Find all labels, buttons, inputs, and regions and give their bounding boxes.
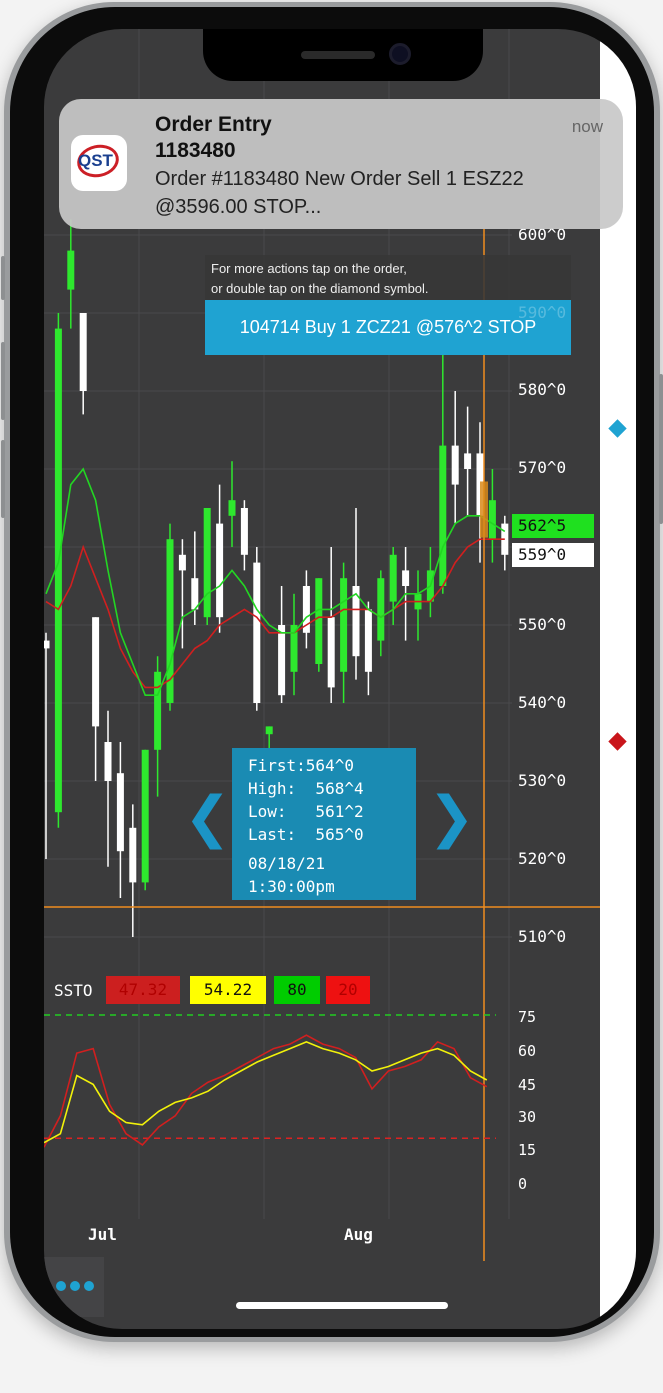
notch	[203, 29, 483, 81]
candle-body	[178, 554, 186, 571]
ohlc-low: Low: 561^2	[248, 802, 364, 821]
indicator-label: 60	[518, 1042, 537, 1060]
ssto-overbought-value: 80	[274, 976, 320, 1004]
ssto-label: SSTO	[54, 981, 93, 1000]
candle-body	[240, 508, 248, 555]
price-label: 540^0	[518, 693, 567, 712]
candle-body	[315, 578, 323, 664]
candle-body	[265, 726, 273, 735]
phone-bezel: For more actions tap on the order, or do…	[10, 7, 654, 1337]
candle-body	[389, 554, 397, 602]
date-label-aug: Aug	[344, 1225, 373, 1244]
power-button	[659, 374, 663, 524]
ohlc-time: 1:30:00pm	[248, 877, 335, 896]
ohlc-high: High: 568^4	[248, 779, 364, 798]
notification-subtitle: 1183480	[155, 139, 236, 162]
candle-body	[228, 500, 236, 516]
indicator-label: 30	[518, 1108, 537, 1126]
ssto-k-line	[44, 1034, 488, 1148]
selected-candle	[480, 481, 488, 538]
candle-body	[439, 445, 447, 586]
last-price-tag: 559^0	[512, 543, 594, 567]
indicator-label: 0	[518, 1175, 528, 1193]
candle-body	[191, 578, 199, 610]
qst-logo-text: QST	[78, 151, 113, 170]
slow-ma-line	[45, 538, 505, 689]
candle-body	[451, 445, 459, 485]
candle-body	[154, 671, 162, 750]
candle-body	[129, 827, 137, 883]
ssto-d-value: 54.22	[190, 976, 266, 1004]
price-label: 510^0	[518, 927, 567, 946]
indicator-label: 15	[518, 1141, 537, 1159]
indicator-label: 45	[518, 1076, 537, 1094]
candle-body	[402, 570, 410, 586]
candle-body	[203, 508, 211, 618]
phone-frame: For more actions tap on the order, or do…	[1, 2, 663, 1342]
hint-line-2: or double tap on the diamond symbol.	[211, 281, 429, 296]
ssto-k-value: 47.32	[106, 976, 180, 1004]
next-bar-button[interactable]: ❯	[428, 783, 475, 853]
candle-body	[464, 453, 472, 469]
candle-body	[104, 742, 112, 781]
fast-ma-price-tag: 562^5	[512, 514, 594, 538]
hint-line-1: For more actions tap on the order,	[211, 261, 407, 276]
notification-time: now	[571, 117, 603, 136]
candle-body	[141, 749, 149, 883]
notification-body: Order #1183480 New Order Sell 1 ESZ22 @3…	[155, 168, 524, 218]
qst-app-icon: QST	[71, 135, 127, 191]
notification-banner[interactable]: QST Order Entry 1183480 Order #1183480 N…	[59, 99, 623, 229]
volume-up-button	[1, 342, 5, 420]
notification-title: Order Entry	[155, 113, 272, 136]
ohlc-popup: First:564^0 High: 568^4 Low: 561^2 Last:…	[232, 748, 416, 900]
candle-body	[327, 617, 335, 688]
indicator-label: 75	[518, 1008, 537, 1026]
price-label: 530^0	[518, 771, 567, 790]
price-label: 550^0	[518, 615, 567, 634]
price-label: 580^0	[518, 380, 567, 399]
screen: For more actions tap on the order, or do…	[44, 29, 636, 1329]
candle-body	[79, 313, 87, 391]
more-dot-icon	[70, 1281, 80, 1291]
hint-tooltip: For more actions tap on the order, or do…	[205, 255, 571, 301]
mute-switch	[1, 256, 5, 300]
fast-ma-line	[45, 467, 506, 696]
price-label: 520^0	[518, 849, 567, 868]
candle-body	[340, 578, 348, 672]
candle-body	[278, 625, 286, 696]
price-label: 590^0	[518, 303, 567, 322]
ohlc-first: First:564^0	[248, 756, 354, 775]
price-label: 570^0	[518, 458, 567, 477]
more-menu-button[interactable]	[44, 1257, 104, 1317]
candle-body	[116, 773, 124, 852]
ohlc-last: Last: 565^0	[248, 825, 364, 844]
ohlc-date: 08/18/21	[248, 854, 326, 873]
ssto-d-line	[44, 1041, 488, 1144]
speaker-grille	[301, 51, 375, 59]
date-label-jul: Jul	[88, 1225, 117, 1244]
previous-bar-button[interactable]: ❮	[184, 783, 231, 853]
candle-body	[364, 609, 372, 672]
candle-body	[44, 640, 50, 649]
candle-body	[216, 523, 224, 618]
volume-down-button	[1, 440, 5, 518]
more-dot-icon	[84, 1281, 94, 1291]
candle-body	[377, 578, 385, 641]
front-camera-icon	[389, 43, 411, 65]
candle-body	[488, 500, 496, 540]
home-indicator[interactable]	[236, 1302, 448, 1309]
ssto-oversold-value: 20	[326, 976, 370, 1004]
candle-body	[253, 562, 261, 703]
order-banner[interactable]: 104714 Buy 1 ZCZ21 @576^2 STOP	[205, 300, 571, 355]
more-dot-icon	[56, 1281, 66, 1291]
candle-body	[67, 250, 75, 290]
candle-body	[92, 617, 100, 727]
